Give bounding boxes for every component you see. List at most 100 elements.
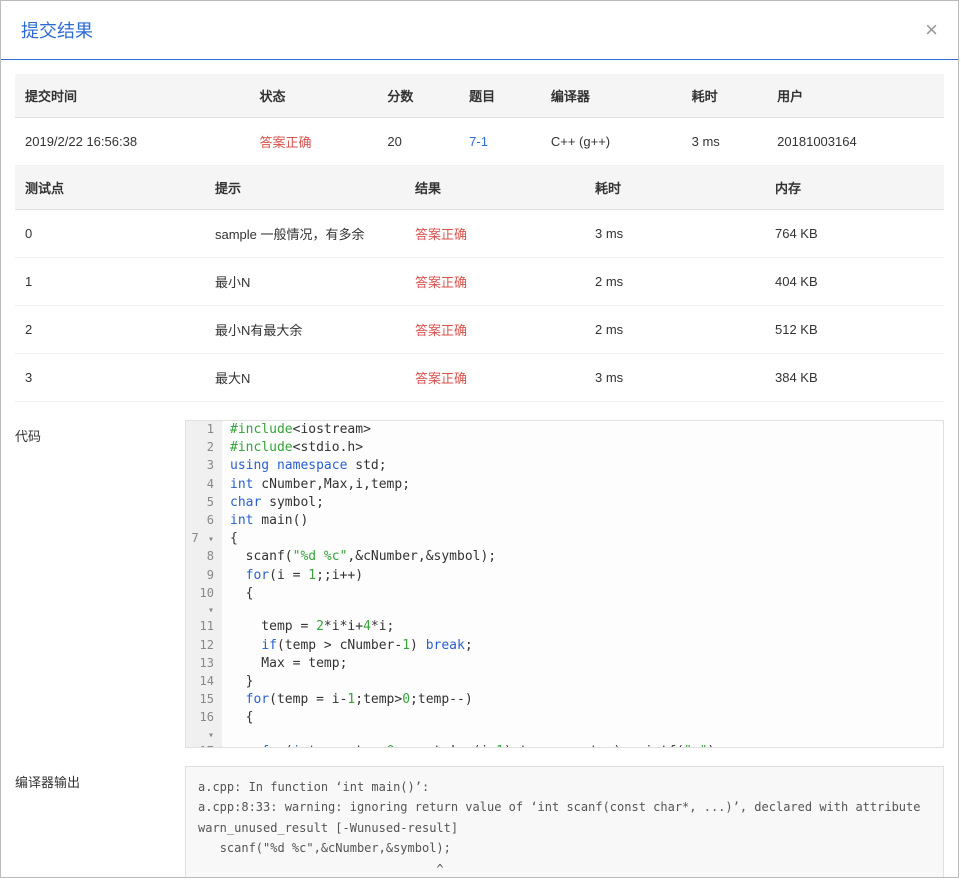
line-number: 4 [186,476,222,494]
col-user: 用户 [767,74,944,118]
testcase-row: 0sample 一般情况，有多余答案正确3 ms764 KB [15,210,944,258]
code-line: 14 } [186,673,943,691]
code-line: 5char symbol; [186,494,943,512]
code-content: for(i = 1;;i++) [222,567,363,585]
code-content: { [222,585,253,619]
col-score: 分数 [377,74,459,118]
cell-case-id: 2 [15,306,205,354]
code-line: 13 Max = temp; [186,655,943,673]
code-line: 17 for(int count = 0;count != (i-1)-temp… [186,743,943,748]
cell-case-result: 答案正确 [405,354,585,402]
col-problem: 题目 [459,74,541,118]
cell-case-result: 答案正确 [405,258,585,306]
cell-score: 20 [377,118,459,166]
line-number: 12 [186,637,222,655]
code-line: 8 scanf("%d %c",&cNumber,&symbol); [186,548,943,566]
code-line: 3using namespace std; [186,457,943,475]
cell-case-elapsed: 3 ms [585,210,765,258]
code-content: { [222,530,238,548]
cell-case-memory: 764 KB [765,210,944,258]
cell-case-elapsed: 2 ms [585,306,765,354]
line-number: 15 [186,691,222,709]
code-content: { [222,709,253,743]
cell-case-id: 1 [15,258,205,306]
col-elapsed: 耗时 [682,74,768,118]
code-viewer[interactable]: 1#include<iostream>2#include<stdio.h>3us… [185,420,944,748]
cell-status: 答案正确 [250,118,378,166]
line-number: 11 [186,618,222,636]
code-line: 15 for(temp = i-1;temp>0;temp--) [186,691,943,709]
code-content: #include<iostream> [222,421,371,439]
cell-time: 2019/2/22 16:56:38 [15,118,250,166]
line-number: 2 [186,439,222,457]
col-case-elapsed: 耗时 [585,166,765,210]
cell-case-hint: 最小N有最大余 [205,306,405,354]
code-label: 代码 [15,420,185,445]
compiler-output[interactable]: a.cpp: In function ‘int main()’: a.cpp:8… [185,766,944,877]
line-number: 7 ▾ [186,530,222,548]
line-number: 9 [186,567,222,585]
code-line: 10 ▾ { [186,585,943,619]
line-number: 14 [186,673,222,691]
cell-case-hint: 最小N [205,258,405,306]
code-line: 9 for(i = 1;;i++) [186,567,943,585]
cell-problem[interactable]: 7-1 [459,118,541,166]
code-content: scanf("%d %c",&cNumber,&symbol); [222,548,496,566]
code-content: using namespace std; [222,457,387,475]
cell-case-memory: 512 KB [765,306,944,354]
code-content: Max = temp; [222,655,347,673]
code-line: 4int cNumber,Max,i,temp; [186,476,943,494]
code-line: 7 ▾{ [186,530,943,548]
line-number: 8 [186,548,222,566]
line-number: 5 [186,494,222,512]
cell-elapsed: 3 ms [682,118,768,166]
summary-row: 2019/2/22 16:56:38 答案正确 20 7-1 C++ (g++)… [15,118,944,166]
line-number: 13 [186,655,222,673]
code-line: 16 ▾ { [186,709,943,743]
code-content: char symbol; [222,494,324,512]
summary-header-row: 提交时间 状态 分数 题目 编译器 耗时 用户 [15,74,944,118]
cell-case-id: 0 [15,210,205,258]
cell-case-elapsed: 3 ms [585,354,765,402]
code-content: for(temp = i-1;temp>0;temp--) [222,691,473,709]
line-number: 1 [186,421,222,439]
code-content: int main() [222,512,308,530]
code-content: int cNumber,Max,i,temp; [222,476,410,494]
cell-case-result: 答案正确 [405,306,585,354]
cell-case-hint: sample 一般情况，有多余 [205,210,405,258]
submission-result-modal: 提交结果 × 提交时间 状态 分数 题目 编译器 耗时 用户 2019/2/22… [0,0,959,878]
cell-case-memory: 384 KB [765,354,944,402]
line-number: 16 ▾ [186,709,222,743]
code-line: 12 if(temp > cNumber-1) break; [186,637,943,655]
col-time: 提交时间 [15,74,250,118]
modal-body: 提交时间 状态 分数 题目 编译器 耗时 用户 2019/2/22 16:56:… [1,60,958,877]
line-number: 10 ▾ [186,585,222,619]
testcase-table: 测试点 提示 结果 耗时 内存 0sample 一般情况，有多余答案正确3 ms… [15,166,944,402]
col-case-id: 测试点 [15,166,205,210]
compiler-output-section: 编译器输出 a.cpp: In function ‘int main()’: a… [15,766,944,877]
code-content: temp = 2*i*i+4*i; [222,618,394,636]
line-number: 17 [186,743,222,748]
code-content: } [222,673,253,691]
code-line: 2#include<stdio.h> [186,439,943,457]
testcase-header-row: 测试点 提示 结果 耗时 内存 [15,166,944,210]
line-number: 6 [186,512,222,530]
code-line: 1#include<iostream> [186,421,943,439]
testcase-row: 2最小N有最大余答案正确2 ms512 KB [15,306,944,354]
col-case-result: 结果 [405,166,585,210]
modal-header: 提交结果 × [1,1,958,60]
cell-case-result: 答案正确 [405,210,585,258]
cell-case-hint: 最大N [205,354,405,402]
col-compiler: 编译器 [541,74,682,118]
col-case-hint: 提示 [205,166,405,210]
code-content: for(int count = 0;count != (i-1)-temp;co… [222,743,723,748]
code-section: 代码 1#include<iostream>2#include<stdio.h>… [15,420,944,748]
cell-case-id: 3 [15,354,205,402]
cell-case-elapsed: 2 ms [585,258,765,306]
cell-case-memory: 404 KB [765,258,944,306]
close-icon[interactable]: × [925,19,938,41]
code-line: 6int main() [186,512,943,530]
compiler-output-label: 编译器输出 [15,766,185,791]
code-line: 11 temp = 2*i*i+4*i; [186,618,943,636]
line-number: 3 [186,457,222,475]
